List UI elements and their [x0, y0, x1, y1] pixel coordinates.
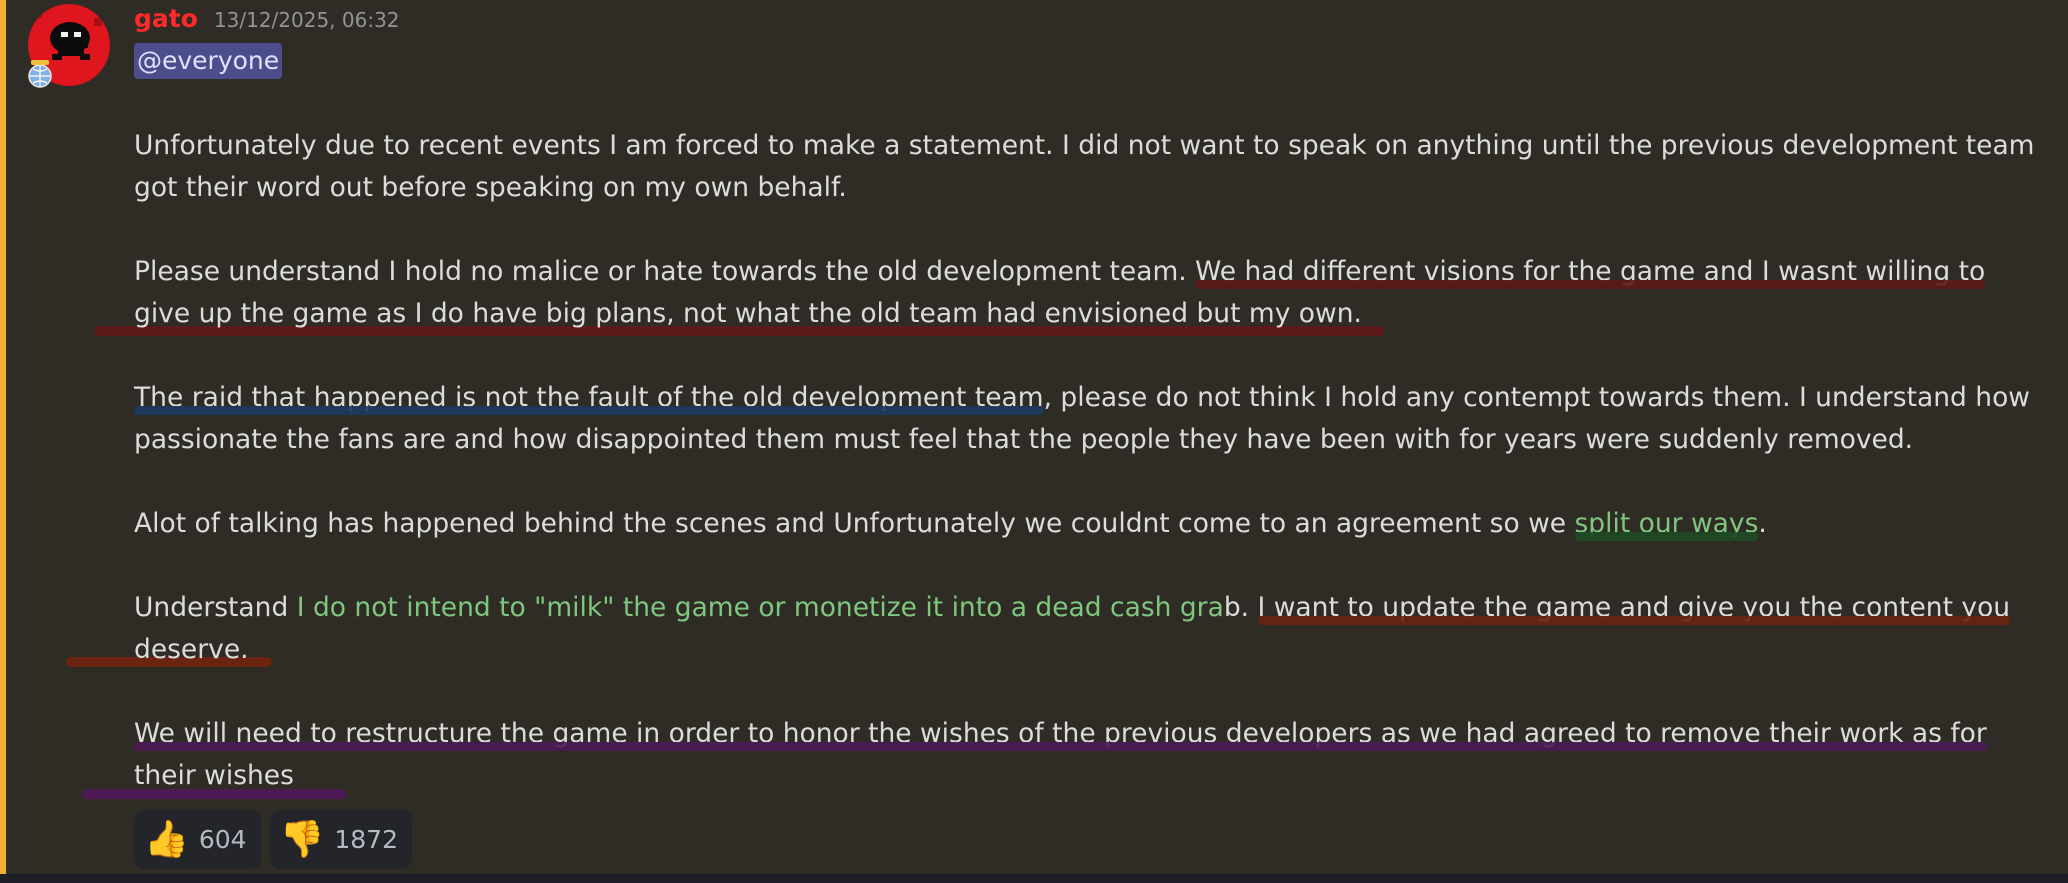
paragraph-line: Unfortunately due to recent events I am … — [134, 130, 2035, 161]
paragraph-line: Alot of talking has happened behind the … — [134, 503, 2068, 545]
thumbs-down-icon: 👎 — [279, 818, 325, 860]
highlighted-text-red: We had different visions for the game an… — [1195, 256, 1986, 287]
paragraph-line: Please understand I hold no malice or ha… — [134, 251, 2068, 293]
everyone-mention[interactable]: @everyone — [134, 43, 283, 79]
text-segment: Understand — [134, 592, 297, 623]
paragraph-line: Understand I do not intend to "milk" the… — [134, 587, 2068, 629]
text-segment: b. — [1223, 592, 1258, 623]
highlighted-text-purple: We will need to restructure the game in … — [134, 718, 1987, 749]
reaction-thumbs-up[interactable]: 👍 604 — [134, 810, 261, 869]
paragraph-line: deserve. — [134, 634, 249, 665]
paragraph-5: Understand I do not intend to "milk" the… — [134, 587, 2068, 671]
paragraph-line: The raid that happened is not the fault … — [134, 377, 2068, 419]
thumbs-up-icon: 👍 — [144, 818, 189, 860]
reaction-thumbs-down[interactable]: 👎 1872 — [269, 810, 412, 869]
paragraph-3: The raid that happened is not the fault … — [134, 377, 2068, 461]
message-header: gato 13/12/2025, 06:32 — [134, 4, 400, 38]
paragraph-line: got their word out before speaking on my… — [134, 172, 847, 203]
text-segment: Please understand I hold no malice or ha… — [134, 256, 1196, 287]
text-segment: , please do not think I hold any contemp… — [1043, 382, 2030, 413]
paragraph-line: give up the game as I do have big plans,… — [134, 298, 1362, 329]
timestamp: 13/12/2025, 06:32 — [213, 8, 400, 32]
paragraph-2: Please understand I hold no malice or ha… — [134, 251, 2068, 335]
highlighted-text-orange: I want to update the game and give you t… — [1257, 592, 2011, 623]
paragraph-line: passionate the fans are and how disappoi… — [134, 424, 1914, 455]
bottom-bar — [0, 874, 2068, 883]
paragraph-line: their wishes — [134, 760, 294, 791]
highlighted-text-blue: The raid that happened is not the fault … — [134, 382, 1044, 413]
paragraph-line: We will need to restructure the game in … — [134, 713, 2068, 755]
avatar-decoration-icon — [24, 58, 56, 88]
reaction-count: 1872 — [334, 825, 398, 854]
message: gato 13/12/2025, 06:32 @everyone Unfortu… — [0, 0, 2068, 874]
paragraph-6: We will need to restructure the game in … — [134, 713, 2068, 797]
text-segment: . — [1758, 508, 1767, 539]
paragraph-4: Alot of talking has happened behind the … — [134, 503, 2068, 545]
reactions: 👍 604 👎 1872 — [134, 810, 412, 869]
paragraph-1: Unfortunately due to recent events I am … — [134, 125, 2068, 209]
highlighted-text-green: I do not intend to "milk" the game or mo… — [296, 592, 1224, 623]
reaction-count: 604 — [198, 825, 247, 854]
text-segment: Alot of talking has happened behind the … — [134, 508, 1575, 539]
highlighted-text-green: split our ways — [1574, 508, 1759, 539]
username[interactable]: gato — [134, 4, 198, 33]
